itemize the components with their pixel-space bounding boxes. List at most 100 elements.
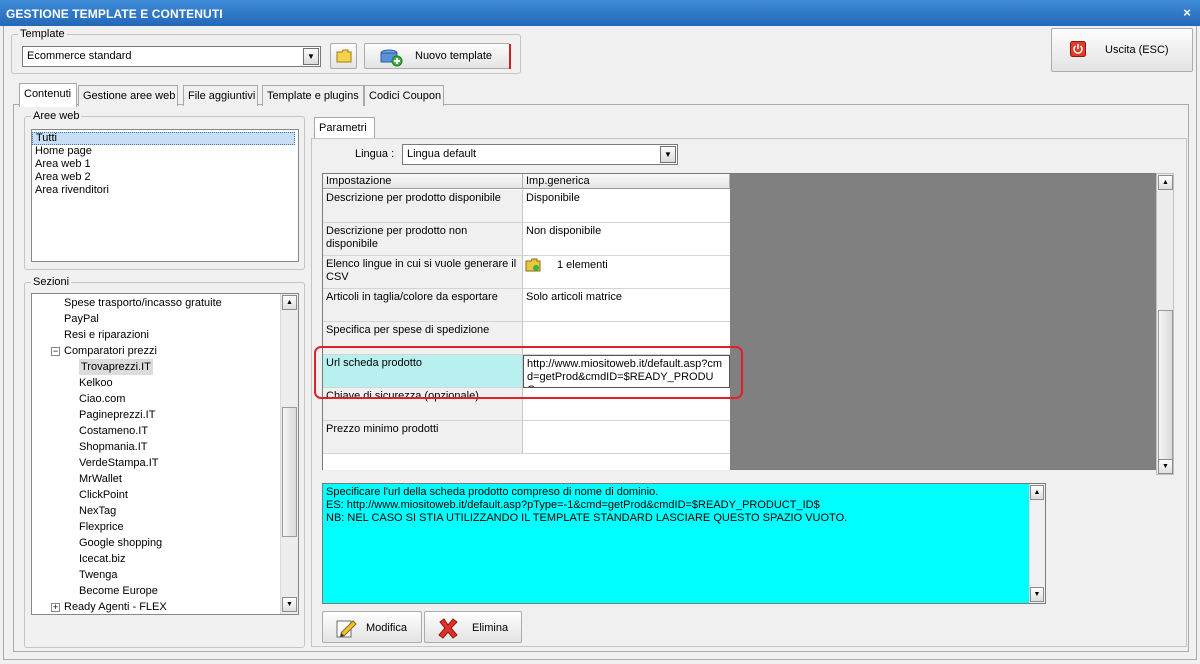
modifica-button[interactable]: Modifica: [322, 611, 422, 643]
sezioni-tree[interactable]: Spese trasporto/incasso gratuite PayPal Re…: [31, 293, 299, 615]
tree-item[interactable]: Ready Agenti - FLEX: [64, 599, 167, 614]
tree-item-label: Ready Agenti - FLEX: [64, 601, 167, 613]
list-item[interactable]: Area web 2: [32, 171, 298, 184]
tab-template-e-plugins[interactable]: Template e plugins: [262, 85, 364, 106]
new-template-button[interactable]: Nuovo template: [364, 43, 510, 69]
tree-item-label: Icecat.biz: [79, 553, 126, 565]
tree-item[interactable]: PayPal: [64, 311, 99, 327]
chevron-down-icon[interactable]: ▼: [660, 146, 676, 163]
tree-item[interactable]: ClickPoint: [79, 487, 128, 503]
tree-item[interactable]: NexTag: [79, 503, 116, 519]
power-icon: [1070, 41, 1086, 57]
tree-item-label: Flexprice: [79, 521, 124, 533]
list-item[interactable]: Area web 1: [32, 158, 298, 171]
close-icon[interactable]: ×: [1180, 6, 1194, 20]
tree-item-label: ClickPoint: [79, 489, 128, 501]
tab-gestione-aree-web[interactable]: Gestione aree web: [78, 85, 178, 106]
list-item[interactable]: Home page: [32, 145, 298, 158]
tab-parametri[interactable]: Parametri: [314, 117, 375, 139]
scroll-down-icon[interactable]: ▼: [1030, 587, 1044, 602]
scroll-down-icon[interactable]: ▼: [282, 597, 297, 612]
scroll-thumb[interactable]: [282, 407, 297, 537]
tab-file-aggiuntivi[interactable]: File aggiuntivi: [183, 85, 258, 106]
tree-item[interactable]: Shopmania.IT: [79, 439, 147, 455]
red-x-icon: [438, 618, 458, 639]
tree-item-label: Trovaprezzi.IT: [81, 361, 151, 373]
tree-item[interactable]: Trovaprezzi.IT: [79, 359, 153, 375]
tree-item-label: Pagineprezzi.IT: [79, 409, 156, 421]
description-scrollbar[interactable]: ▲ ▼: [1029, 484, 1045, 603]
open-template-button[interactable]: [330, 43, 357, 69]
grid-scrollbar[interactable]: ▲ ▼: [1156, 173, 1174, 475]
column-header-impostazione[interactable]: Impostazione: [323, 174, 523, 189]
tree-item-label: Costameno.IT: [79, 425, 149, 437]
tree-item[interactable]: Costameno.IT: [79, 423, 148, 439]
aree-web-list[interactable]: Tutti Home page Area web 1 Area web 2 Ar…: [31, 129, 299, 262]
grid-value-text: 1 elementi: [557, 259, 608, 271]
expand-icon[interactable]: +: [51, 603, 60, 612]
exit-button[interactable]: Uscita (ESC): [1051, 28, 1193, 72]
description-line: Specificare l'url della scheda prodotto …: [326, 486, 659, 498]
elimina-button[interactable]: Elimina: [424, 611, 522, 643]
grid-value-cell[interactable]: Non disponibile: [523, 223, 730, 256]
scroll-up-icon[interactable]: ▲: [1030, 485, 1044, 500]
highlight-annotation: [314, 346, 743, 399]
tab-contenuti[interactable]: Contenuti: [19, 83, 77, 107]
tree-item[interactable]: Kelkoo: [79, 375, 113, 391]
tree-item[interactable]: Twenga: [79, 567, 118, 583]
grid-value-cell[interactable]: 1 elementi: [523, 256, 730, 289]
list-item[interactable]: Tutti: [32, 132, 295, 145]
description-line: NB: NEL CASO SI STIA UTILIZZANDO IL TEMP…: [326, 512, 848, 524]
description-box[interactable]: Specificare l'url della scheda prodotto …: [322, 483, 1046, 604]
grid-value-cell[interactable]: Solo articoli matrice: [523, 289, 730, 322]
list-item[interactable]: Area rivenditori: [32, 184, 298, 197]
button-edge-mark: [509, 44, 511, 69]
description-line: ES: http://www.miositoweb.it/default.asp…: [326, 499, 820, 511]
scroll-up-icon[interactable]: ▲: [1158, 175, 1173, 190]
tab-codici-coupon[interactable]: Codici Coupon: [364, 85, 444, 106]
aree-web-legend: Aree web: [33, 110, 80, 122]
lingua-select[interactable]: Lingua default ▼: [402, 144, 678, 165]
collapse-icon[interactable]: −: [51, 347, 60, 356]
tree-item-label: Google shopping: [79, 537, 163, 549]
grid-setting-cell[interactable]: Prezzo minimo prodotti: [323, 421, 523, 454]
tree-item[interactable]: Pagineprezzi.IT: [79, 407, 155, 423]
chevron-down-icon[interactable]: ▼: [303, 48, 319, 65]
tree-item[interactable]: MrWallet: [79, 471, 122, 487]
sezioni-scrollbar[interactable]: ▲ ▼: [280, 294, 298, 614]
new-template-label: Nuovo template: [415, 50, 493, 62]
settings-grid[interactable]: Impostazione Imp.generica Descrizione pe…: [322, 173, 1158, 470]
grid-setting-cell[interactable]: Descrizione per prodotto non disponibile: [323, 223, 523, 256]
grid-setting-cell[interactable]: Articoli in taglia/colore da esportare: [323, 289, 523, 322]
scroll-thumb[interactable]: [1158, 310, 1173, 460]
tree-item[interactable]: Google shopping: [79, 535, 162, 551]
grid-setting-cell[interactable]: Elenco lingue in cui si vuole generare i…: [323, 256, 523, 289]
template-select[interactable]: Ecommerce standard ▼: [22, 46, 321, 67]
exit-label: Uscita (ESC): [1105, 44, 1169, 56]
template-select-value: Ecommerce standard: [27, 50, 132, 62]
tree-item[interactable]: VerdeStampa.IT: [79, 455, 159, 471]
tree-item[interactable]: Resi e riparazioni: [64, 327, 149, 343]
tree-item[interactable]: Comparatori prezzi: [64, 343, 157, 359]
tree-item-label: Spese trasporto/incasso gratuite: [64, 297, 222, 309]
tree-item-label: NexTag: [79, 505, 117, 517]
scroll-up-icon[interactable]: ▲: [282, 295, 297, 310]
modifica-label: Modifica: [366, 622, 407, 634]
tree-item-label: Twenga: [79, 569, 118, 581]
lingua-label: Lingua :: [355, 148, 395, 160]
grid-value-cell[interactable]: [523, 421, 730, 454]
template-group-legend: Template: [20, 28, 65, 40]
tree-item[interactable]: Ciao.com: [79, 391, 125, 407]
tree-item[interactable]: Flexprice: [79, 519, 124, 535]
tree-item[interactable]: Icecat.biz: [79, 551, 125, 567]
tree-item-label: Kelkoo: [79, 377, 113, 389]
scroll-down-icon[interactable]: ▼: [1158, 459, 1173, 474]
column-header-imp-generica[interactable]: Imp.generica: [523, 174, 730, 189]
grid-setting-cell[interactable]: Descrizione per prodotto disponibile: [323, 190, 523, 223]
pencil-icon: [336, 620, 357, 638]
grid-value-cell[interactable]: Disponibile: [523, 190, 730, 223]
window-title: GESTIONE TEMPLATE E CONTENUTI: [0, 0, 1200, 26]
sezioni-legend: Sezioni: [33, 276, 70, 288]
tree-item[interactable]: Become Europe: [79, 583, 158, 599]
tree-item[interactable]: Spese trasporto/incasso gratuite: [64, 295, 222, 311]
